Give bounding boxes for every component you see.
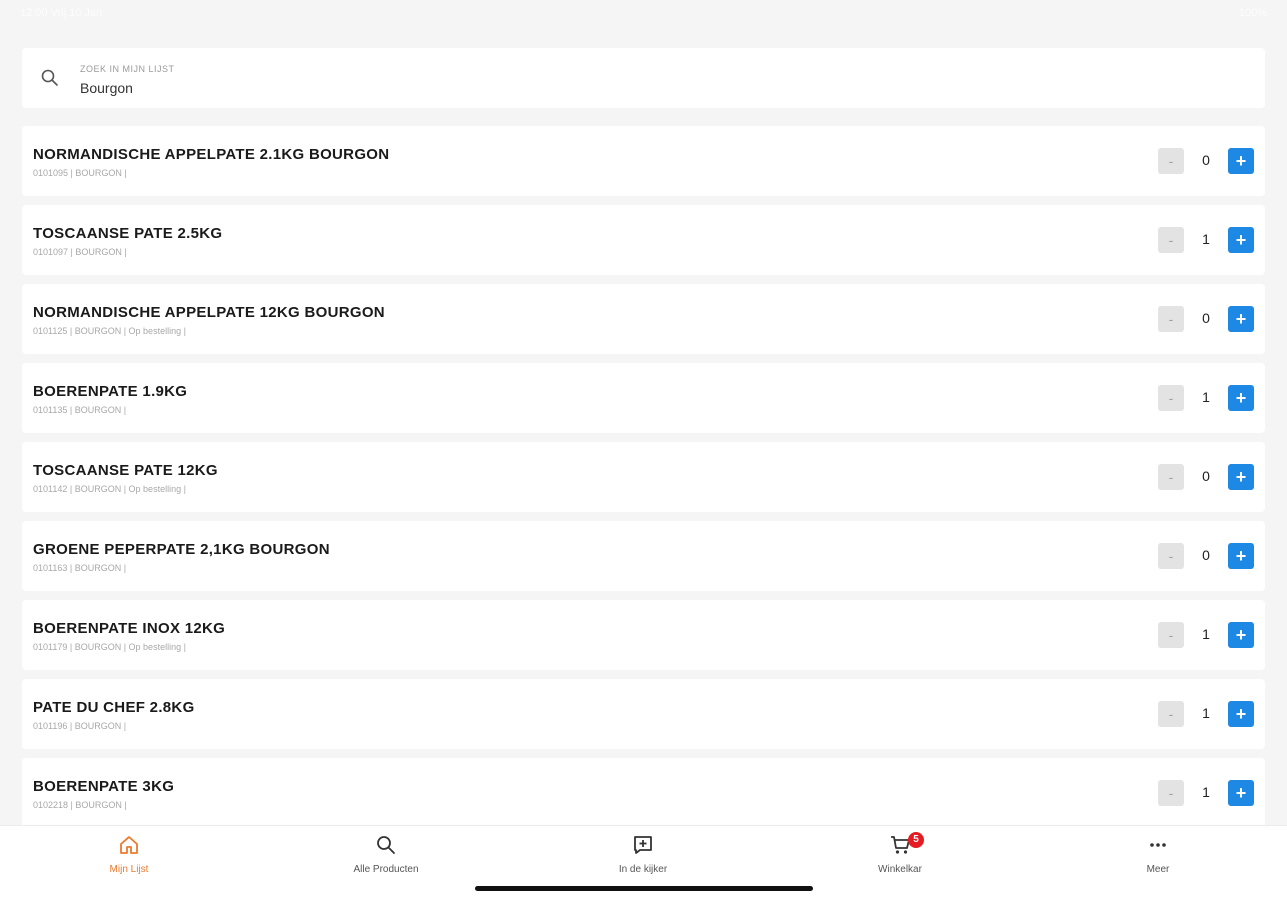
decrease-button[interactable]: - [1158, 780, 1184, 806]
list-item[interactable]: NORMANDISCHE APPELPATE 12KG BOURGON 0101… [22, 284, 1265, 354]
list-item[interactable]: TOSCAANSE PATE 12KG 0101142 | BOURGON | … [22, 442, 1265, 512]
increase-button[interactable]: + [1228, 543, 1254, 569]
status-battery: 100% [1238, 7, 1267, 19]
product-name: BOERENPATE 1.9KG [33, 383, 188, 400]
tab-alle-producten[interactable]: Alle Producten [316, 834, 456, 884]
list-item[interactable]: BOERENPATE INOX 12KG 0101179 | BOURGON |… [22, 600, 1265, 670]
spotlight-icon [634, 836, 652, 854]
decrease-button[interactable]: - [1158, 227, 1184, 253]
product-name: BOERENPATE INOX 12KG [33, 620, 226, 637]
decrease-button[interactable]: - [1158, 543, 1184, 569]
product-meta: 0102218 | BOURGON | [33, 800, 127, 810]
increase-button[interactable]: + [1228, 227, 1254, 253]
product-name: TOSCAANSE PATE 12KG [33, 462, 218, 479]
decrease-button[interactable]: - [1158, 622, 1184, 648]
decrease-button[interactable]: - [1158, 306, 1184, 332]
decrease-button[interactable]: - [1158, 148, 1184, 174]
more-icon [1150, 843, 1166, 847]
search-field[interactable]: ZOEK IN MIJN LIJST Bourgon [22, 48, 1265, 108]
increase-button[interactable]: + [1228, 385, 1254, 411]
tab-meer[interactable]: Meer [1088, 834, 1228, 884]
tab-label: Meer [1146, 864, 1170, 875]
quantity-value: 0 [1202, 547, 1210, 563]
search-icon [377, 836, 395, 854]
increase-button[interactable]: + [1228, 780, 1254, 806]
increase-button[interactable]: + [1228, 306, 1254, 332]
increase-button[interactable]: + [1228, 148, 1254, 174]
status-time: 12:00 Vrij 10 Jan [20, 7, 103, 19]
tab-label: Winkelkar [878, 864, 922, 875]
quantity-value: 0 [1202, 310, 1210, 326]
product-name: NORMANDISCHE APPELPATE 2.1KG BOURGON [33, 146, 390, 163]
tab-mijn-lijst[interactable]: Mijn Lijst [59, 834, 199, 884]
quantity-value: 0 [1202, 468, 1210, 484]
quantity-value: 1 [1202, 626, 1210, 642]
product-meta: 0101135 | BOURGON | [33, 405, 127, 415]
product-meta: 0101196 | BOURGON | [33, 721, 127, 731]
product-meta: 0101163 | BOURGON | [33, 563, 127, 573]
list-item[interactable]: TOSCAANSE PATE 2.5KG 0101097 | BOURGON |… [22, 205, 1265, 275]
tab-label: Mijn Lijst [109, 864, 149, 875]
quantity-value: 0 [1202, 152, 1210, 168]
product-meta: 0101097 | BOURGON | [33, 247, 127, 257]
tab-label: In de kijker [618, 864, 668, 875]
increase-button[interactable]: + [1228, 622, 1254, 648]
product-name: NORMANDISCHE APPELPATE 12KG BOURGON [33, 304, 385, 321]
cart-count-badge: 5 [908, 832, 924, 848]
quantity-value: 1 [1202, 231, 1210, 247]
home-icon [120, 836, 138, 854]
home-indicator [475, 886, 813, 891]
quantity-value: 1 [1202, 389, 1210, 405]
product-name: TOSCAANSE PATE 2.5KG [33, 225, 223, 242]
product-name: GROENE PEPERPATE 2,1KG BOURGON [33, 541, 330, 558]
decrease-button[interactable]: - [1158, 464, 1184, 490]
tab-label: Alle Producten [353, 864, 419, 875]
search-input[interactable]: Bourgon [80, 80, 133, 96]
product-meta: 0101095 | BOURGON | [33, 168, 127, 178]
product-name: PATE DU CHEF 2.8KG [33, 699, 195, 716]
list-item[interactable]: NORMANDISCHE APPELPATE 2.1KG BOURGON 010… [22, 126, 1265, 196]
tab-winkelkar[interactable]: 5 Winkelkar [830, 832, 970, 884]
tab-in-de-kijker[interactable]: In de kijker [573, 834, 713, 884]
list-item[interactable]: PATE DU CHEF 2.8KG 0101196 | BOURGON | -… [22, 679, 1265, 749]
decrease-button[interactable]: - [1158, 701, 1184, 727]
increase-button[interactable]: + [1228, 464, 1254, 490]
product-meta: 0101125 | BOURGON | Op bestelling | [33, 326, 186, 336]
decrease-button[interactable]: - [1158, 385, 1184, 411]
search-label: ZOEK IN MIJN LIJST [80, 64, 175, 74]
quantity-value: 1 [1202, 705, 1210, 721]
increase-button[interactable]: + [1228, 701, 1254, 727]
product-list: NORMANDISCHE APPELPATE 2.1KG BOURGON 010… [22, 126, 1265, 837]
list-item[interactable]: BOERENPATE 3KG 0102218 | BOURGON | - 1 + [22, 758, 1265, 828]
product-name: BOERENPATE 3KG [33, 778, 175, 795]
product-meta: 0101179 | BOURGON | Op bestelling | [33, 642, 186, 652]
search-icon [41, 69, 58, 86]
product-meta: 0101142 | BOURGON | Op bestelling | [33, 484, 186, 494]
quantity-value: 1 [1202, 784, 1210, 800]
status-bar: 12:00 Vrij 10 Jan 100% [0, 0, 1287, 28]
list-item[interactable]: GROENE PEPERPATE 2,1KG BOURGON 0101163 |… [22, 521, 1265, 591]
list-item[interactable]: BOERENPATE 1.9KG 0101135 | BOURGON | - 1… [22, 363, 1265, 433]
